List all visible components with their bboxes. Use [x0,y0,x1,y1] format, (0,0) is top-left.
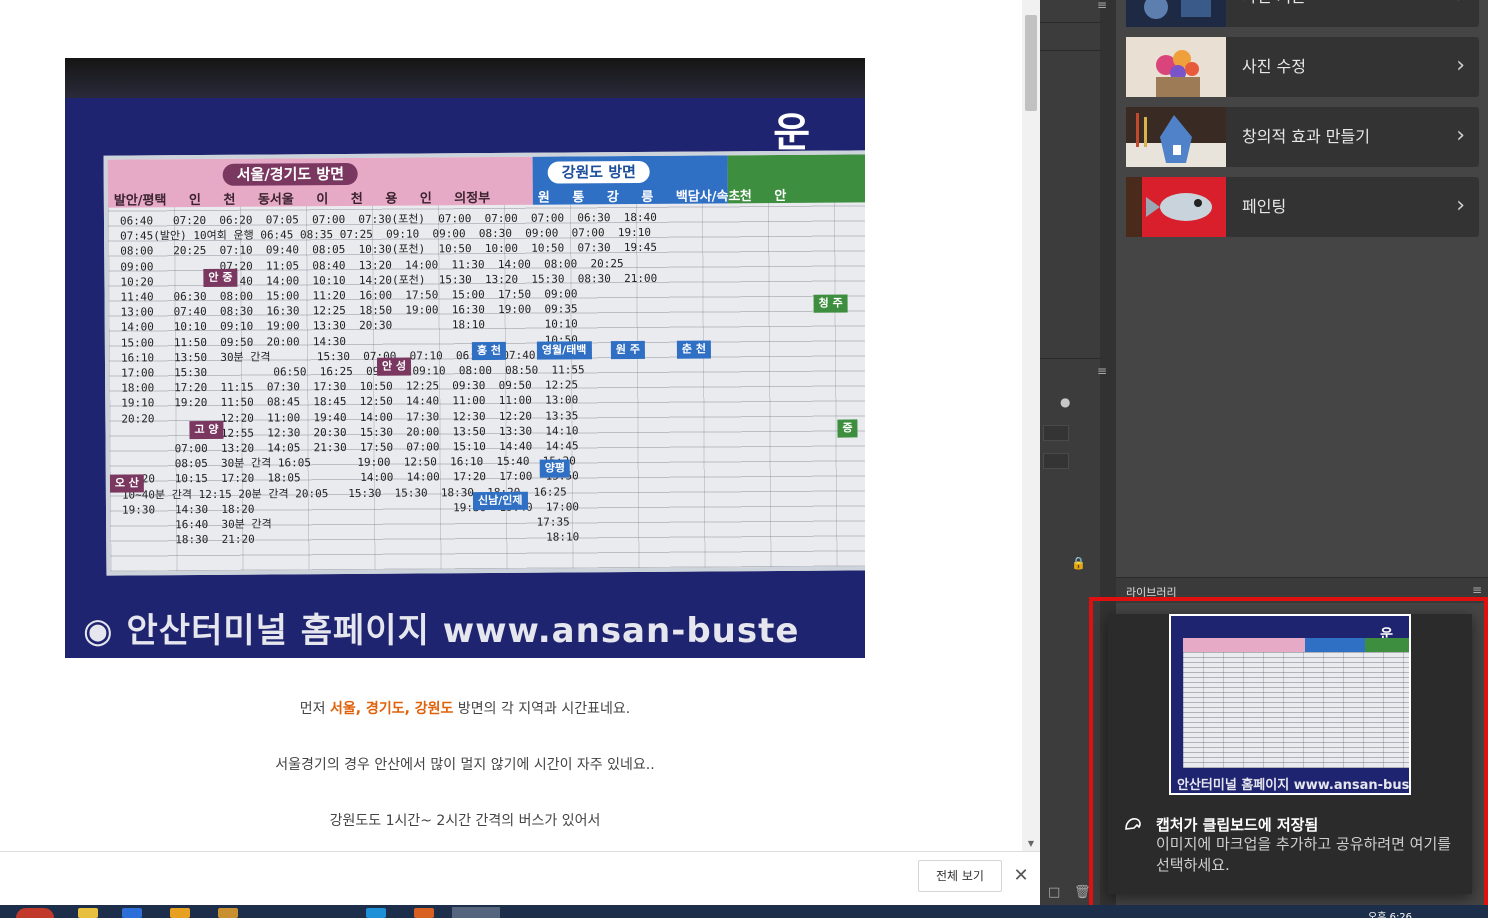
taskbar-clock[interactable]: 오후 6:26 [1368,908,1412,918]
learn-item-painting[interactable]: 페인팅 › [1126,177,1479,237]
section-label-anjung: 안 중 [203,268,238,287]
chevron-right-icon: › [1456,0,1465,27]
lock-icon[interactable]: 🔒 [1071,556,1086,570]
panel-menu-icon[interactable]: ≡ [1472,583,1482,597]
caption-paragraph-1: 먼저 서울, 경기도, 강원도 방면의 각 지역과 시간표네요. [65,698,865,718]
caption-1-highlight: 서울, 경기도, 강원도 [329,701,454,717]
learn-item-photo-retouch[interactable]: 사진 수정 › [1126,37,1479,97]
section-label-anseong: 안 성 [376,357,412,376]
scroll-down-arrow-icon[interactable]: ▼ [1022,838,1040,850]
panel-separator [1040,22,1100,23]
caption-paragraph-3: 강원도도 1시간~ 2시간 간격의 버스가 있어서 [329,813,601,829]
section-label-goyang: 고 양 [189,420,224,440]
photo-ceiling [65,58,865,98]
taskbar-app-icon[interactable] [218,908,238,918]
caption-1-before: 먼저 [299,701,330,717]
section-label-hongcheon: 홍 천 [471,341,507,361]
chevron-right-icon: › [1456,53,1465,78]
gangwon-city-headers: 원 통 강 릉 백담사/속초 [537,189,741,206]
section-label-cheongju: 청 주 [813,294,848,313]
image-viewer-bottom-bar: 전체 보기 ✕ [0,851,1040,905]
learn-thumb-flowers [1126,37,1226,97]
red-highlight-box [1089,597,1488,914]
learn-label: 사진 기본 [1242,0,1306,27]
photo-sign-char: 운 [773,110,810,156]
photo-homepage-text: ◉ 안산터미널 홈페이지 www.ansan-buste [83,611,800,651]
section-label-yeongwol: 영월/태백 [536,341,592,360]
panel-menu-icon[interactable]: ≡ [1097,364,1107,378]
learn-item-creative-effects[interactable]: 창의적 효과 만들기 › [1126,107,1479,167]
section-label-yangpyeong: 양평 [539,459,571,478]
learn-label: 창의적 효과 만들기 [1242,127,1370,146]
caption-paragraph-2: 서울경기의 경우 안산에서 많이 멀지 않기에 시간이 자주 있네요.. [275,757,655,773]
section-label-wonju: 원 주 [610,340,646,360]
panel-dropdown[interactable] [1043,425,1069,441]
taskbar-app-icon[interactable] [170,908,190,918]
learn-thumb-photo-basics [1126,0,1226,27]
chevron-right-icon: › [1456,193,1465,218]
full-view-button[interactable]: 전체 보기 [918,860,1002,892]
taskbar-app-icon[interactable] [122,908,142,918]
taskbar-active-app[interactable] [452,907,500,918]
caption-1-after: 방면의 각 지역과 시간표네요. [453,701,631,717]
cheonan-city-header: 천 안 [739,188,787,205]
brush-tool-icon[interactable]: ● [1060,395,1070,409]
panel-separator [1040,50,1100,51]
timetable-board: 서울/경기도 방면 강원도 방면 발안/평택 인 천 동서울 이 천 용 인 의… [103,150,865,576]
start-button[interactable] [16,908,54,918]
new-layer-icon[interactable]: □ [1048,885,1060,900]
section-label-osan: 오 산 [109,474,144,493]
panel-menu-icon[interactable]: ≡ [1097,0,1107,12]
panel-dropdown[interactable] [1043,453,1069,469]
section-label-sinnam: 신남/인제 [472,491,528,511]
learn-label: 사진 수정 [1242,57,1306,76]
article-scroll-thumb[interactable] [1025,15,1037,111]
seoul-city-headers: 발안/평택 인 천 동서울 이 천 용 인 의정부 [113,190,491,209]
blog-article-pane: 운 서울/경기도 방면 강원도 방면 발안/평택 인 천 동서울 이 천 용 인… [0,0,1040,905]
section-label-jeung: 증 [837,419,858,438]
screen: 운 서울/경기도 방면 강원도 방면 발안/평택 인 천 동서울 이 천 용 인… [0,0,1488,918]
article-scrollbar[interactable]: ▼ [1022,0,1040,852]
bus-timetable-photo[interactable]: 운 서울/경기도 방면 강원도 방면 발안/평택 인 천 동서울 이 천 용 인… [65,58,865,658]
learn-item-photo-basics[interactable]: 사진 기본 › [1126,0,1479,27]
learn-label: 페인팅 [1242,197,1287,216]
windows-taskbar: 오후 6:26 [0,905,1488,918]
panel-separator [1040,358,1100,359]
chevron-right-icon: › [1456,123,1465,148]
learn-thumb-painting [1126,177,1226,237]
gangwon-direction-title: 강원도 방면 [547,160,650,184]
taskbar-app-icon[interactable] [366,908,386,918]
taskbar-app-icon[interactable] [414,908,434,918]
seoul-direction-title: 서울/경기도 방면 [222,162,359,186]
learn-thumb-creative [1126,107,1226,167]
close-icon[interactable]: ✕ [1010,863,1032,889]
taskbar-app-icon[interactable] [78,908,98,918]
section-label-chuncheon: 춘 천 [676,340,712,359]
